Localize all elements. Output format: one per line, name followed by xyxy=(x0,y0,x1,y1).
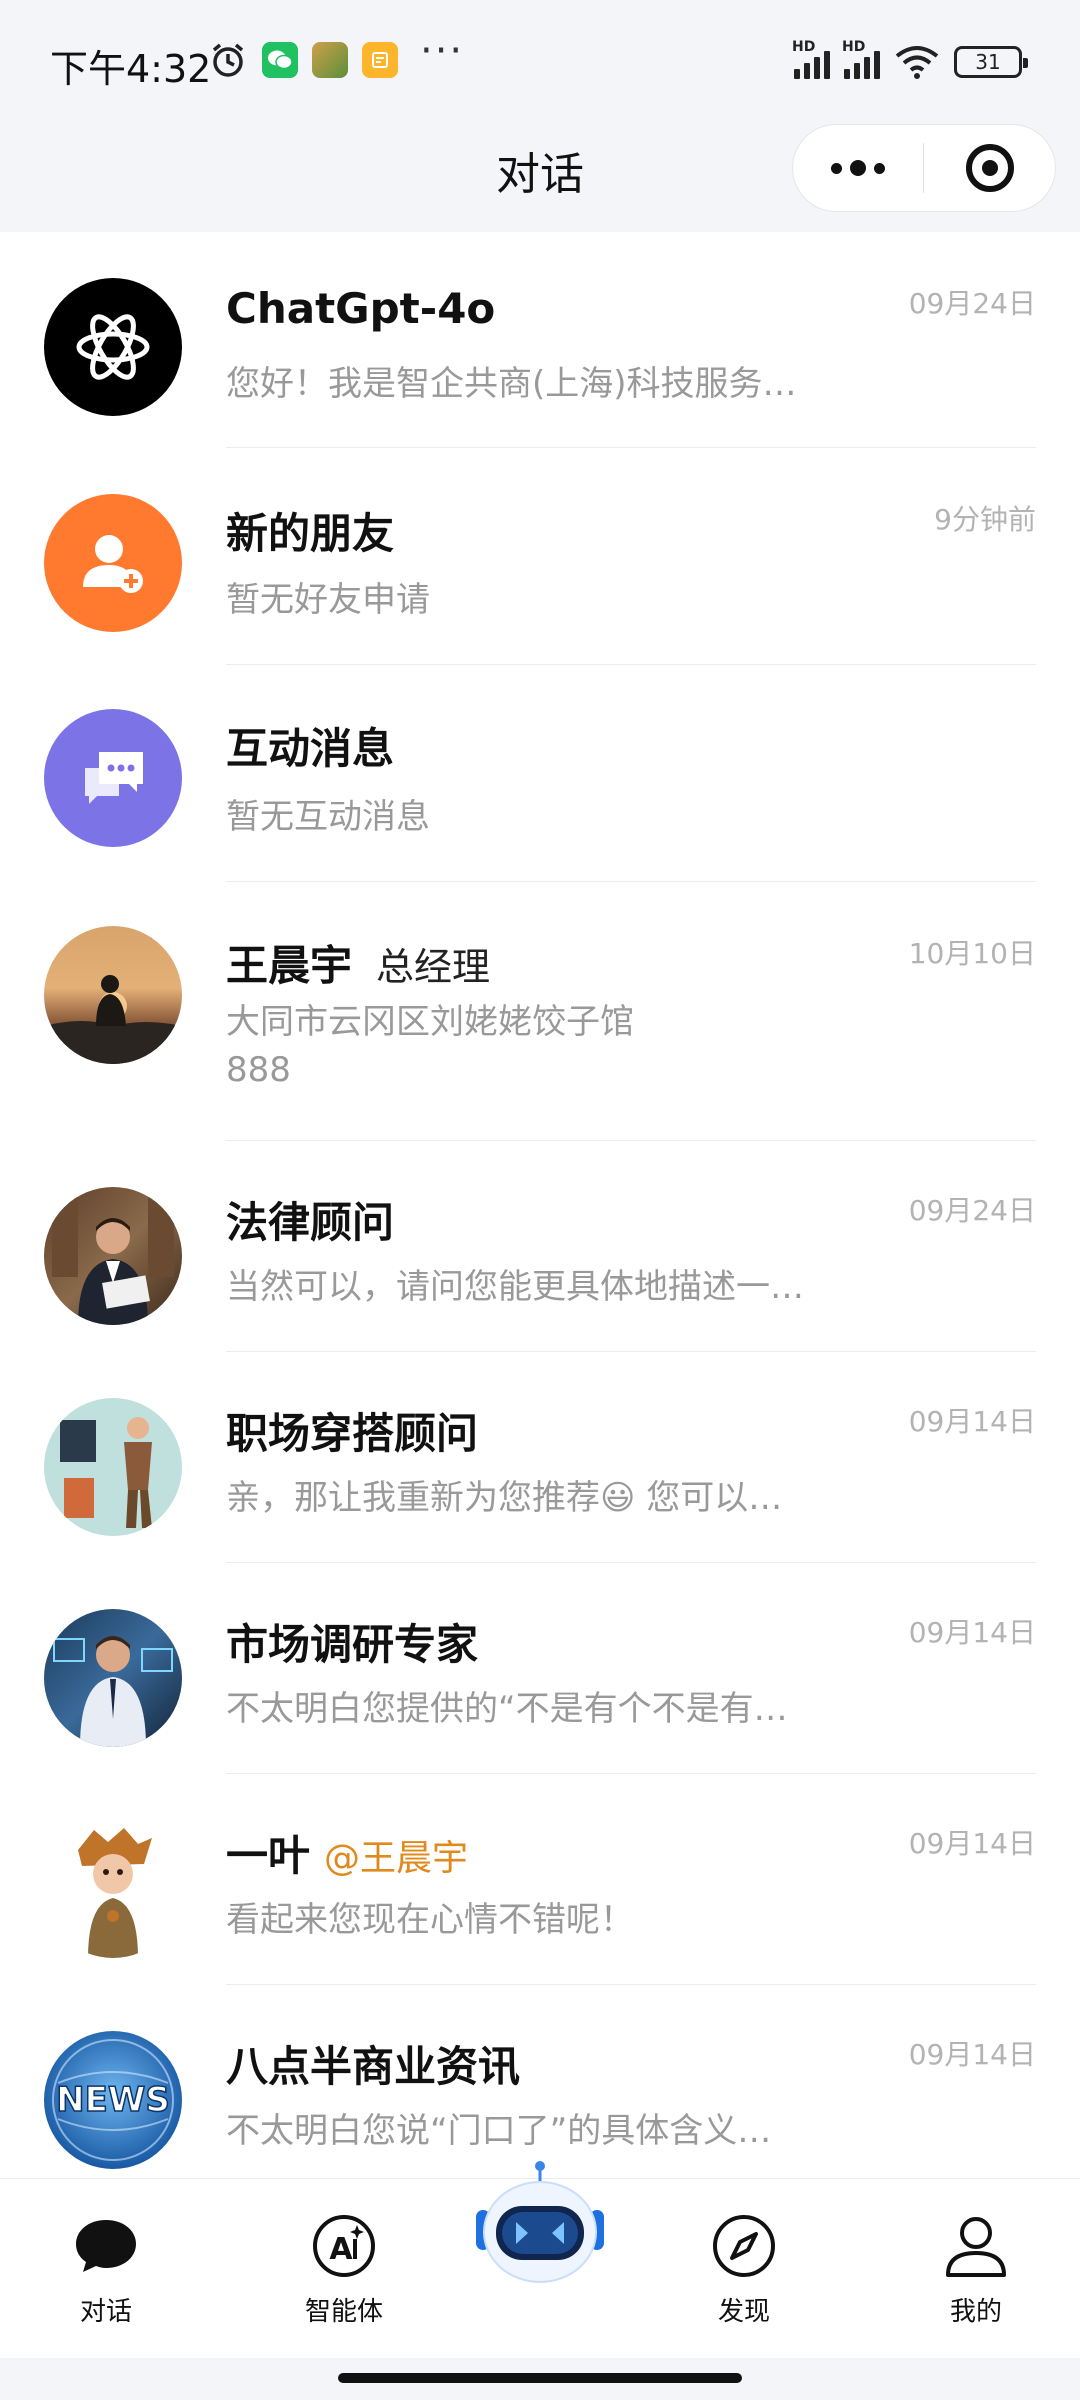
tab-discover[interactable]: 发现 xyxy=(664,2209,824,2328)
list-item[interactable]: 一叶 @王晨宇 09月14日 看起来您现在心情不错呢！ xyxy=(0,1774,1080,1985)
avatar xyxy=(44,1820,182,1958)
news-globe: NEWS xyxy=(52,2039,174,2161)
signal-icon: HD xyxy=(792,39,830,79)
atom-icon xyxy=(76,314,150,380)
game-app-icon xyxy=(312,42,348,78)
mini-program-capsule xyxy=(792,124,1056,212)
chat-name: ChatGpt-4o xyxy=(226,284,496,333)
tab-label: 对话 xyxy=(79,2297,132,2327)
chat-bubbles-icon xyxy=(85,752,143,804)
list-item[interactable]: 王晨宇 总经理 10月10日 大同市云冈区刘姥姥饺子馆 888 xyxy=(0,882,1080,1141)
top-area: 下午4:32 ··· HD HD 31 对话 xyxy=(0,0,1080,232)
signal-icon: HD xyxy=(842,39,880,79)
status-time: 下午4:32 xyxy=(50,47,212,91)
chat-preview: 当然可以，请问您能更具体地描述一… xyxy=(226,1267,804,1307)
chat-time: 9分钟前 xyxy=(934,503,1036,536)
list-item[interactable]: 互动消息 暂无互动消息 xyxy=(0,665,1080,882)
chat-list: ChatGpt-4o 09月24日 您好！我是智企共商(上海)科技服务… 新的朋… xyxy=(0,232,1080,2185)
chat-preview: 暂无互动消息 xyxy=(226,797,430,837)
chat-name: 互动消息 xyxy=(226,724,395,773)
avatar xyxy=(44,1187,182,1325)
chat-preview: 大同市云冈区刘姥姥饺子馆 xyxy=(226,1002,634,1042)
list-item[interactable]: 法律顾问 09月24日 当然可以，请问您能更具体地描述一… xyxy=(0,1141,1080,1352)
compass-icon xyxy=(713,2215,775,2277)
sunset-person-photo xyxy=(44,975,182,1064)
alarm-icon xyxy=(212,43,244,77)
status-bar: 下午4:32 ··· HD HD 31 xyxy=(0,0,1080,125)
list-item[interactable]: ChatGpt-4o 09月24日 您好！我是智企共商(上海)科技服务… xyxy=(0,232,1080,448)
avatar xyxy=(44,1609,182,1747)
chat-preview: 不太明白您说“门口了”的具体含义… xyxy=(226,2111,772,2151)
chat-preview: 暂无好友申请 xyxy=(226,580,430,620)
chat-time: 09月14日 xyxy=(908,1827,1036,1860)
chat-time: 09月24日 xyxy=(908,1194,1036,1227)
wifi-icon xyxy=(895,46,939,79)
fashion-advisor-photo xyxy=(60,1417,152,1528)
avatar xyxy=(44,278,182,416)
chat-preview: 亲，那让我重新为您推荐😃 您可以… xyxy=(226,1478,783,1518)
system-indicators: HD HD 31 xyxy=(792,39,1028,80)
chat-name: 一叶 xyxy=(226,1831,311,1880)
home-indicator[interactable] xyxy=(338,2373,742,2383)
avatar: NEWS xyxy=(44,2031,182,2169)
tab-label: 智能体 xyxy=(304,2297,383,2327)
svg-text:A: A xyxy=(329,2232,353,2267)
mention-tag[interactable]: @王晨宇 xyxy=(324,1829,468,1881)
avatar xyxy=(44,1398,182,1536)
chat-time: 09月14日 xyxy=(908,1616,1036,1649)
more-button[interactable] xyxy=(793,125,923,211)
chat-name: 八点半商业资讯 xyxy=(226,2042,521,2091)
list-item[interactable]: 市场调研专家 09月14日 不太明白您提供的“不是有个不是有… xyxy=(0,1563,1080,1774)
ai-sparkle-icon: A xyxy=(313,2215,375,2277)
chat-name: 法律顾问 xyxy=(226,1198,395,1247)
news-logo-text: NEWS xyxy=(56,2080,170,2120)
notes-app-icon xyxy=(362,42,398,78)
chat-preview: 您好！我是智企共商(上海)科技服务… xyxy=(226,364,797,404)
chat-preview-line2: 888 xyxy=(226,1050,291,1090)
add-user-icon xyxy=(83,535,143,593)
chat-time: 09月14日 xyxy=(908,1405,1036,1438)
target-icon xyxy=(965,144,1014,192)
tab-label: 发现 xyxy=(717,2297,770,2327)
robot-assistant-button[interactable] xyxy=(468,2148,612,2288)
chat-name: 新的朋友 xyxy=(226,509,395,558)
chat-preview: 不太明白您提供的“不是有个不是有… xyxy=(226,1689,788,1729)
lawyer-photo xyxy=(52,1197,174,1325)
wechat-icon xyxy=(262,42,298,78)
avatar xyxy=(44,926,182,1064)
chat-name: 职场穿搭顾问 xyxy=(226,1409,479,1458)
list-item[interactable]: 职场穿搭顾问 09月14日 亲，那让我重新为您推荐😃 您可以… xyxy=(0,1352,1080,1563)
list-item[interactable]: 新的朋友 9分钟前 暂无好友申请 xyxy=(0,448,1080,665)
avatar xyxy=(44,709,182,847)
close-mini-program-button[interactable] xyxy=(924,125,1055,211)
notification-icons xyxy=(208,40,398,80)
chat-preview: 看起来您现在心情不错呢！ xyxy=(226,1900,634,1940)
tab-label: 我的 xyxy=(949,2297,1002,2327)
chat-bubble-icon xyxy=(76,2220,136,2272)
tab-agents[interactable]: A 智能体 xyxy=(264,2209,424,2328)
chat-name: 市场调研专家 xyxy=(226,1620,479,1669)
chat-name: 王晨宇 xyxy=(226,941,353,990)
chat-title-tag: 总经理 xyxy=(376,945,491,989)
analyst-photo xyxy=(53,1636,173,1747)
chat-time: 09月24日 xyxy=(908,287,1036,320)
tab-chat[interactable]: 对话 xyxy=(26,2209,186,2328)
user-icon xyxy=(946,2217,1006,2277)
robot-icon xyxy=(476,2161,604,2283)
cartoon-character xyxy=(78,1828,152,1958)
chat-time: 09月14日 xyxy=(908,2038,1036,2071)
chat-time: 10月10日 xyxy=(908,937,1036,970)
battery-icon: 31 xyxy=(954,46,1028,78)
avatar xyxy=(44,494,182,632)
tab-me[interactable]: 我的 xyxy=(896,2209,1056,2328)
more-notifications-indicator: ··· xyxy=(420,28,465,74)
